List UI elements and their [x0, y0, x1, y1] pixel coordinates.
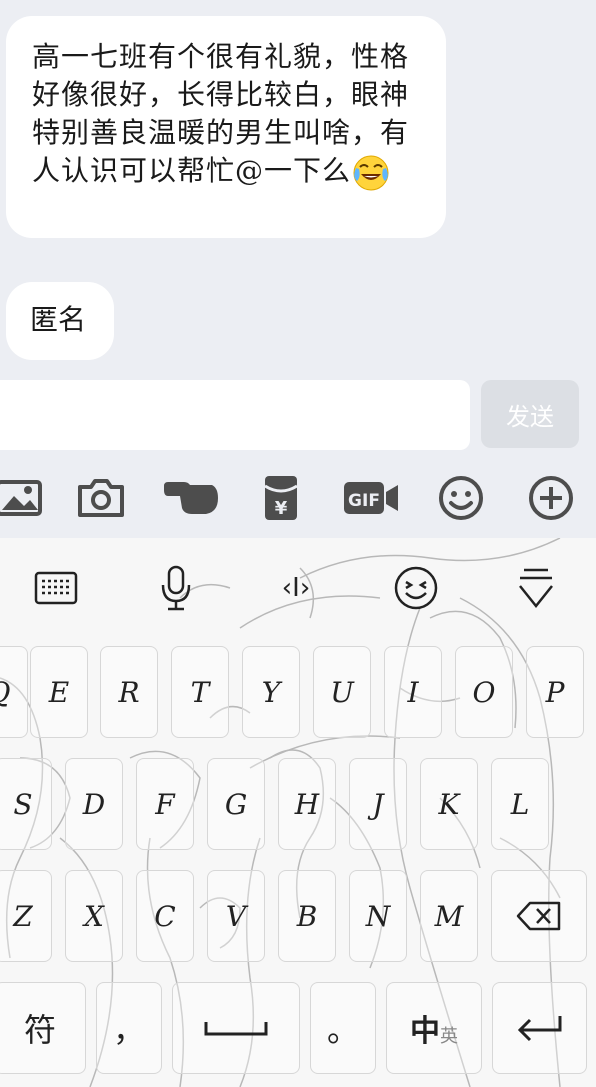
emoji-icon[interactable]: [433, 470, 489, 526]
chat-area: 高一七班有个很有礼貌，性格好像很好，长得比较白，眼神特别善良温暖的男生叫啥，有人…: [0, 0, 596, 372]
collapse-icon[interactable]: [510, 562, 562, 614]
message-bubble[interactable]: 匿名: [6, 282, 114, 360]
key-p[interactable]: P: [526, 646, 584, 738]
red-packet-symbol: ¥: [275, 498, 288, 519]
key-x[interactable]: X: [65, 870, 123, 962]
key-d[interactable]: D: [65, 758, 123, 850]
smiley-icon[interactable]: [390, 562, 442, 614]
backspace-key[interactable]: [491, 870, 587, 962]
key-c[interactable]: C: [136, 870, 194, 962]
key-t[interactable]: T: [171, 646, 229, 738]
key-r[interactable]: R: [100, 646, 158, 738]
message-text: 匿名: [30, 303, 87, 336]
gif-label: GIF: [348, 491, 380, 511]
key-s[interactable]: S: [0, 758, 52, 850]
chat-toolbar: ¥ GIF: [0, 458, 596, 538]
red-packet-icon[interactable]: ¥: [253, 470, 309, 526]
key-o[interactable]: O: [455, 646, 513, 738]
send-button[interactable]: 发送: [481, 380, 579, 448]
plus-icon[interactable]: [523, 470, 579, 526]
keyboard: ‹I› Q E R T Y U I O P S D F G H J K L Z …: [0, 538, 596, 1087]
key-j[interactable]: J: [349, 758, 407, 850]
key-v[interactable]: V: [207, 870, 265, 962]
backspace-icon: [516, 901, 561, 931]
key-l[interactable]: L: [491, 758, 549, 850]
symbol-key[interactable]: 符: [0, 982, 86, 1074]
key-i[interactable]: I: [384, 646, 442, 738]
lang-sub-label: 英: [440, 1026, 458, 1047]
message-bubble[interactable]: 高一七班有个很有礼貌，性格好像很好，长得比较白，眼神特别善良温暖的男生叫啥，有人…: [6, 16, 446, 238]
key-e[interactable]: E: [30, 646, 88, 738]
key-h[interactable]: H: [278, 758, 336, 850]
language-switch-key[interactable]: 中英: [386, 982, 482, 1074]
key-m[interactable]: M: [420, 870, 478, 962]
input-bar: 发送: [0, 372, 596, 458]
keyboard-icon[interactable]: [30, 562, 82, 614]
key-f[interactable]: F: [136, 758, 194, 850]
lang-main-label: 中: [410, 1014, 440, 1049]
comma-key[interactable]: ，: [96, 982, 162, 1074]
cursor-icon[interactable]: ‹I›: [270, 562, 322, 614]
message-input[interactable]: [0, 380, 470, 450]
space-key[interactable]: [172, 982, 300, 1074]
key-k[interactable]: K: [420, 758, 478, 850]
key-g[interactable]: G: [207, 758, 265, 850]
microphone-icon[interactable]: [150, 562, 202, 614]
key-y[interactable]: Y: [242, 646, 300, 738]
key-z[interactable]: Z: [0, 870, 52, 962]
poke-hand-icon[interactable]: [162, 470, 222, 526]
space-icon: [204, 1022, 268, 1036]
crying-laughing-emoji-icon: [353, 155, 389, 190]
key-b[interactable]: B: [278, 870, 336, 962]
enter-icon: [517, 1016, 561, 1042]
enter-key[interactable]: [492, 982, 587, 1074]
keyboard-toolbar: ‹I›: [0, 538, 596, 636]
key-n[interactable]: N: [349, 870, 407, 962]
key-u[interactable]: U: [313, 646, 371, 738]
image-icon[interactable]: [0, 470, 48, 526]
period-key[interactable]: 。: [310, 982, 376, 1074]
gif-icon[interactable]: GIF: [342, 470, 400, 526]
camera-icon[interactable]: [73, 470, 129, 526]
key-q[interactable]: Q: [0, 646, 28, 738]
